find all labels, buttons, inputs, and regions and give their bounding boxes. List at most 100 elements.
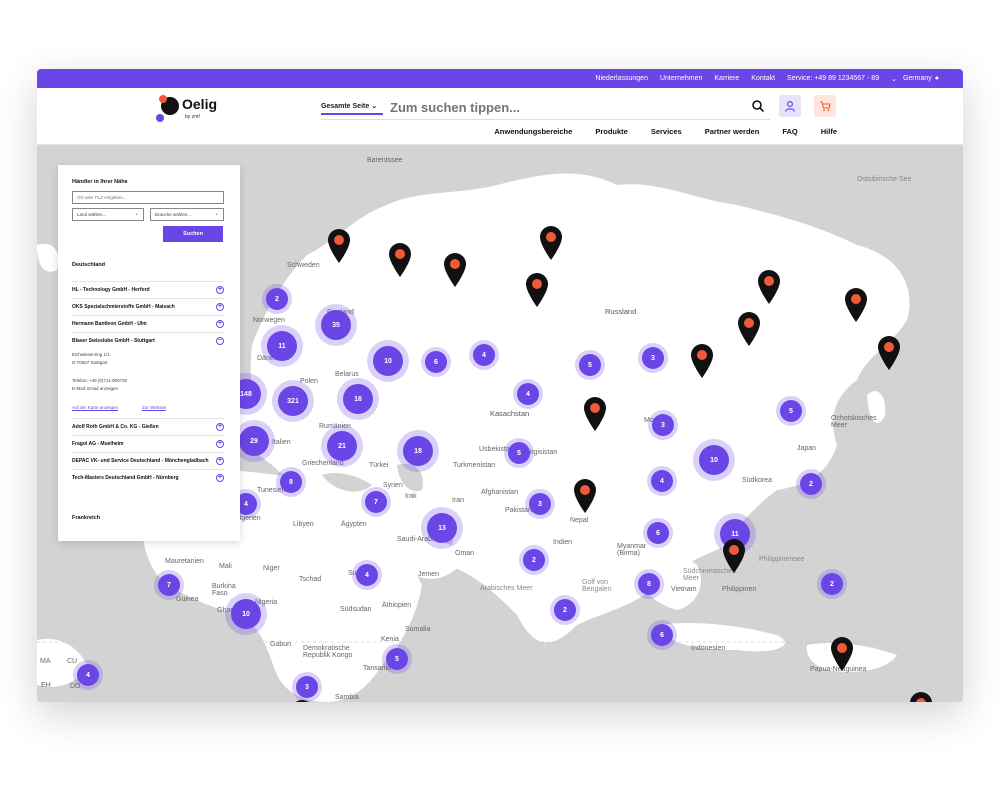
dealer-row[interactable]: Hermann Bantleon GmbH - Ulm +	[72, 315, 224, 331]
collapse-minus-icon[interactable]: −	[216, 337, 224, 345]
expand-plus-icon[interactable]: +	[216, 440, 224, 448]
location-pin-icon[interactable]	[690, 343, 714, 379]
show-on-map-link[interactable]: Auf der Karte anzeigen	[72, 405, 118, 410]
location-pin-icon[interactable]	[722, 538, 746, 574]
topbar-link-niederlassungen[interactable]: Niederlassungen	[595, 75, 648, 82]
cluster-marker[interactable]: 13	[427, 513, 457, 543]
search-scope-select[interactable]: Gesamte Seite ⌄	[321, 102, 383, 115]
nav-faq[interactable]: FAQ	[782, 127, 797, 136]
expand-plus-icon[interactable]: +	[216, 286, 224, 294]
location-pin-icon[interactable]	[877, 335, 901, 371]
cluster-marker[interactable]: 3	[642, 347, 664, 369]
cluster-marker[interactable]: 10	[699, 445, 729, 475]
location-pin-icon[interactable]	[327, 228, 351, 264]
location-pin-icon[interactable]	[525, 272, 549, 308]
industry-select[interactable]: Branche wählen... ⌄	[150, 208, 224, 221]
account-button[interactable]	[779, 95, 801, 117]
cluster-marker[interactable]: 6	[651, 624, 673, 646]
cluster-marker[interactable]: 8	[638, 573, 660, 595]
cluster-marker[interactable]: 4	[356, 564, 378, 586]
cluster-marker[interactable]: 5	[579, 354, 601, 376]
expand-plus-icon[interactable]: +	[216, 320, 224, 328]
cluster-marker[interactable]: 8	[280, 471, 302, 493]
cluster-marker[interactable]: 16	[343, 384, 373, 414]
expand-plus-icon[interactable]: +	[216, 423, 224, 431]
location-pin-icon[interactable]	[757, 269, 781, 305]
cluster-marker[interactable]: 3	[529, 493, 551, 515]
location-pin-icon[interactable]	[539, 225, 563, 261]
brand-logo[interactable]: Oelig by zmf	[156, 95, 228, 122]
country-select[interactable]: Land wählen... ⌄	[72, 208, 144, 221]
dealer-row[interactable]: Tech-Masters Deutschland GmbH - Nürnberg…	[72, 469, 224, 485]
topbar-link-karriere[interactable]: Karriere	[714, 75, 739, 82]
dealer-row[interactable]: Adolf Roth GmbH & Co. KG - Gießen +	[72, 418, 224, 434]
topbar-link-unternehmen[interactable]: Unternehmen	[660, 75, 702, 82]
website-link[interactable]: Zur Website	[142, 405, 166, 410]
cluster-marker[interactable]: 18	[403, 436, 433, 466]
cluster-marker[interactable]: 7	[365, 491, 387, 513]
search-input[interactable]	[390, 97, 760, 117]
map-label-ochotskisches-meer: Ochotskisches Meer	[831, 415, 877, 429]
cluster-marker[interactable]: 6	[425, 351, 447, 373]
dealer-row[interactable]: HL - Technology GmbH - Herford +	[72, 281, 224, 297]
cluster-marker[interactable]: 5	[386, 648, 408, 670]
location-pin-icon[interactable]	[737, 311, 761, 347]
cluster-marker[interactable]: 3	[296, 676, 318, 698]
expand-plus-icon[interactable]: +	[216, 303, 224, 311]
nav-services[interactable]: Services	[651, 127, 682, 136]
expand-plus-icon[interactable]: +	[216, 457, 224, 465]
location-pin-icon[interactable]	[583, 396, 607, 432]
map-label-barentssee: Barentssee	[367, 157, 403, 164]
dealer-street: Eichwiesenring 1/1	[72, 352, 110, 357]
chevron-down-icon[interactable]: ⌄	[891, 75, 897, 83]
map-label-indonesien: Indonesien	[691, 645, 726, 652]
location-pin-icon[interactable]	[573, 478, 597, 514]
cluster-marker[interactable]: 5	[508, 442, 530, 464]
dealer-email[interactable]: E-Mail: Email anzeigen	[72, 385, 118, 392]
cluster-marker[interactable]: 5	[780, 400, 802, 422]
dealer-row[interactable]: DEPAC VK- und Service Deutschland - Mönc…	[72, 452, 224, 468]
postal-code-input[interactable]	[72, 191, 224, 204]
cluster-marker[interactable]: 35	[321, 310, 351, 340]
nav-anwendungsbereiche[interactable]: Anwendungsbereiche	[494, 127, 572, 136]
search-button[interactable]: Suchen	[163, 226, 223, 242]
nav-partner-werden[interactable]: Partner werden	[705, 127, 760, 136]
cluster-marker[interactable]: 10	[373, 346, 403, 376]
country-selector[interactable]: Germany	[903, 75, 932, 82]
cluster-marker[interactable]: 6	[647, 522, 669, 544]
cluster-marker[interactable]: 3	[652, 414, 674, 436]
topbar-link-kontakt[interactable]: Kontakt	[751, 75, 775, 82]
dealer-row-expanded[interactable]: Blaser Swisslube GmbH - Stuttgart −	[72, 332, 224, 348]
nav-produkte[interactable]: Produkte	[595, 127, 628, 136]
nav-hilfe[interactable]: Hilfe	[821, 127, 837, 136]
search-icon[interactable]	[751, 99, 765, 113]
cluster-marker[interactable]: 2	[523, 549, 545, 571]
location-pin-icon[interactable]	[844, 287, 868, 323]
cluster-marker[interactable]: 2	[800, 473, 822, 495]
location-pin-icon[interactable]	[443, 252, 467, 288]
service-phone[interactable]: Service: +49 89 1234567 - 89	[787, 75, 879, 82]
location-pin-icon[interactable]	[388, 242, 412, 278]
cluster-marker[interactable]: 21	[327, 431, 357, 461]
cluster-marker[interactable]: 29	[239, 426, 269, 456]
expand-plus-icon[interactable]: +	[216, 474, 224, 482]
cluster-marker[interactable]: 10	[231, 599, 261, 629]
globe-icon[interactable]: ●	[935, 75, 939, 82]
cluster-marker[interactable]: 11	[267, 331, 297, 361]
cluster-marker[interactable]: 4	[77, 664, 99, 686]
cluster-marker[interactable]: 321	[278, 386, 308, 416]
dealer-row[interactable]: Fragol AG - Muelheim +	[72, 435, 224, 451]
location-pin-icon[interactable]	[830, 636, 854, 672]
location-pin-icon[interactable]	[290, 699, 314, 702]
location-pin-icon[interactable]	[909, 691, 933, 702]
cluster-marker[interactable]: 7	[158, 574, 180, 596]
cluster-marker[interactable]: 2	[266, 288, 288, 310]
cluster-marker[interactable]: 4	[473, 344, 495, 366]
dealer-row[interactable]: OKS Spezialschmierstoffe GmbH - Maisach +	[72, 298, 224, 314]
cluster-marker[interactable]: 4	[517, 383, 539, 405]
cluster-marker[interactable]: 2	[821, 573, 843, 595]
dealer-name: Tech-Masters Deutschland GmbH - Nürnberg	[72, 475, 179, 481]
cart-button[interactable]	[814, 95, 836, 117]
cluster-marker[interactable]: 2	[554, 599, 576, 621]
cluster-marker[interactable]: 4	[651, 470, 673, 492]
